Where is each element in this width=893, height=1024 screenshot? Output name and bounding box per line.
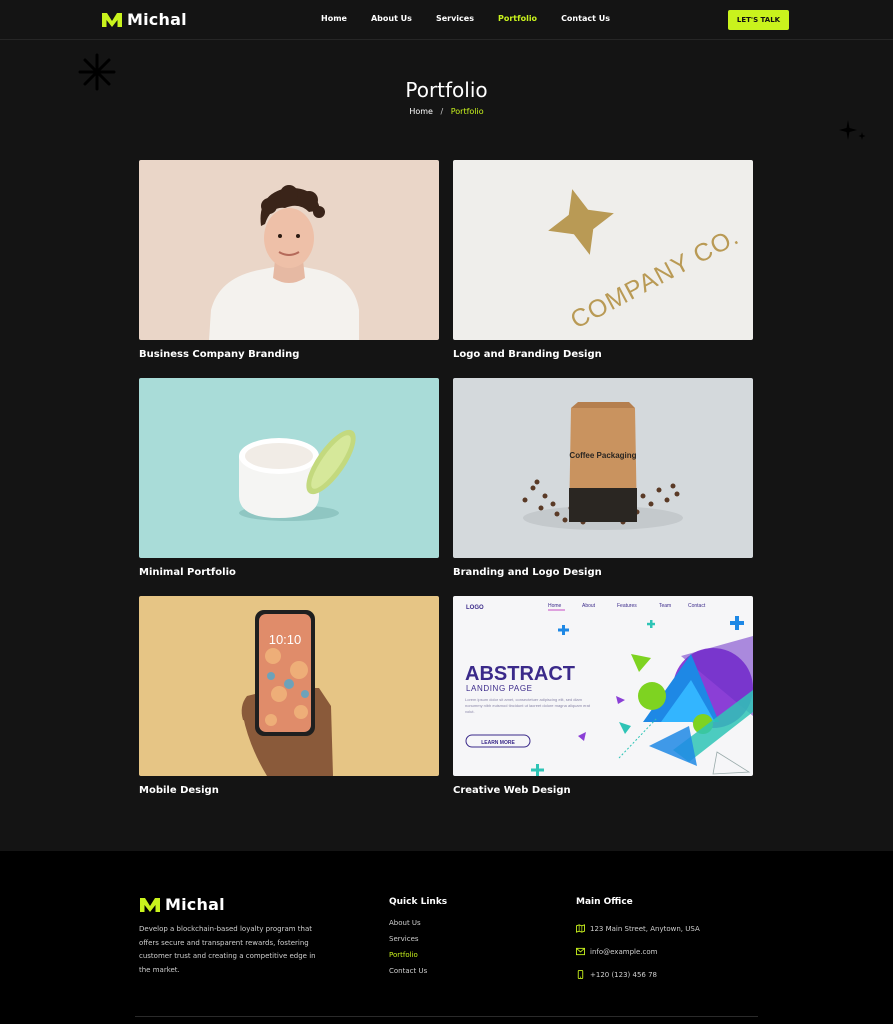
site-footer: Michal Develop a blockchain-based loyalt… <box>0 851 893 1024</box>
portfolio-card[interactable]: Coffee Packaging Branding and Logo Desig… <box>453 378 753 578</box>
mail-icon <box>576 947 585 956</box>
breadcrumb-current: Portfolio <box>450 107 484 116</box>
footer-link-portfolio[interactable]: Portfolio <box>389 951 427 967</box>
portfolio-card-title[interactable]: Minimal Portfolio <box>139 567 439 578</box>
office-email[interactable]: info@example.com <box>590 948 657 956</box>
quick-links-heading: Quick Links <box>389 897 448 907</box>
logo-mark-icon <box>102 12 122 27</box>
nav-home[interactable]: Home <box>321 14 347 23</box>
mock-body: Lorem ipsum dolor sit amet, consectetuer… <box>465 697 590 714</box>
office-phone-row: +120 (123) 456 78 <box>576 963 700 986</box>
mock-learn-more: LEARN MORE <box>481 740 515 746</box>
portfolio-card[interactable]: LOGO Home About Features Team Contact AB… <box>453 596 753 796</box>
map-icon <box>576 924 585 933</box>
portfolio-card-title[interactable]: Mobile Design <box>139 785 439 796</box>
quick-links-list: About Us Services Portfolio Contact Us <box>389 919 427 983</box>
portfolio-card[interactable]: Minimal Portfolio <box>139 378 439 578</box>
site-header: Michal Home About Us Services Portfolio … <box>0 0 893 40</box>
footer-description: Develop a blockchain-based loyalty progr… <box>139 925 316 974</box>
footer-brand-logo[interactable]: Michal <box>139 895 225 914</box>
office-details: 123 Main Street, Anytown, USA info@examp… <box>576 917 700 986</box>
mock-headline: ABSTRACT <box>465 663 575 685</box>
main-office-heading: Main Office <box>576 897 633 907</box>
mock-nav-home: Home <box>548 603 562 609</box>
main-nav: Home About Us Services Portfolio Contact… <box>321 14 634 23</box>
portfolio-image-portrait[interactable] <box>139 160 439 340</box>
breadcrumb-separator: / <box>440 107 444 116</box>
mock-nav-team: Team <box>659 603 671 609</box>
lets-talk-button[interactable]: LET'S TALK <box>728 10 789 30</box>
breadcrumb-home[interactable]: Home <box>409 107 433 116</box>
office-address-row: 123 Main Street, Anytown, USA <box>576 917 700 940</box>
mock-subheadline: LANDING PAGE <box>466 684 533 693</box>
nav-portfolio[interactable]: Portfolio <box>498 14 537 23</box>
logo-mark-icon <box>140 897 160 912</box>
office-email-row: info@example.com <box>576 940 700 963</box>
mock-nav-features: Features <box>617 603 637 609</box>
portfolio-card[interactable]: 10:10 Mobile Design <box>139 596 439 796</box>
mock-nav-about: About <box>582 603 596 609</box>
portfolio-card-title[interactable]: Logo and Branding Design <box>453 349 753 360</box>
portfolio-image-abstract-landing[interactable]: LOGO Home About Features Team Contact AB… <box>453 596 753 776</box>
mock-nav-contact: Contact <box>688 603 706 609</box>
phone-clock: 10:10 <box>269 632 302 647</box>
page-title: Portfolio <box>405 78 488 102</box>
portfolio-image-logo-mockup[interactable]: COMPANY CO. <box>453 160 753 340</box>
portfolio-card-title[interactable]: Creative Web Design <box>453 785 753 796</box>
coffee-bag-label: Coffee Packaging <box>569 451 636 460</box>
footer-divider <box>135 1016 758 1017</box>
brand-name: Michal <box>127 10 187 29</box>
phone-icon <box>577 970 584 979</box>
breadcrumb: Home / Portfolio <box>0 107 893 116</box>
nav-about-us[interactable]: About Us <box>371 14 412 23</box>
footer-link-about-us[interactable]: About Us <box>389 919 427 935</box>
footer-link-contact-us[interactable]: Contact Us <box>389 967 427 983</box>
office-address: 123 Main Street, Anytown, USA <box>590 924 700 933</box>
nav-contact-us[interactable]: Contact Us <box>561 14 610 23</box>
office-phone[interactable]: +120 (123) 456 78 <box>590 971 657 979</box>
mock-logo: LOGO <box>466 605 484 611</box>
portfolio-card-title[interactable]: Branding and Logo Design <box>453 567 753 578</box>
portfolio-image-cream-jar[interactable] <box>139 378 439 558</box>
portfolio-card-title[interactable]: Business Company Branding <box>139 349 439 360</box>
sparkle-decoration-icon <box>839 120 866 140</box>
footer-brand-name: Michal <box>165 895 225 914</box>
logo-mockup-text: COMPANY CO. <box>566 222 744 334</box>
portfolio-card[interactable]: COMPANY CO. Logo and Branding Design <box>453 160 753 360</box>
portfolio-card[interactable]: Business Company Branding <box>139 160 439 360</box>
brand-logo[interactable]: Michal <box>101 10 187 29</box>
footer-link-services[interactable]: Services <box>389 935 427 951</box>
portfolio-image-phone[interactable]: 10:10 <box>139 596 439 776</box>
nav-services[interactable]: Services <box>436 14 474 23</box>
portfolio-image-coffee-bag[interactable]: Coffee Packaging <box>453 378 753 558</box>
